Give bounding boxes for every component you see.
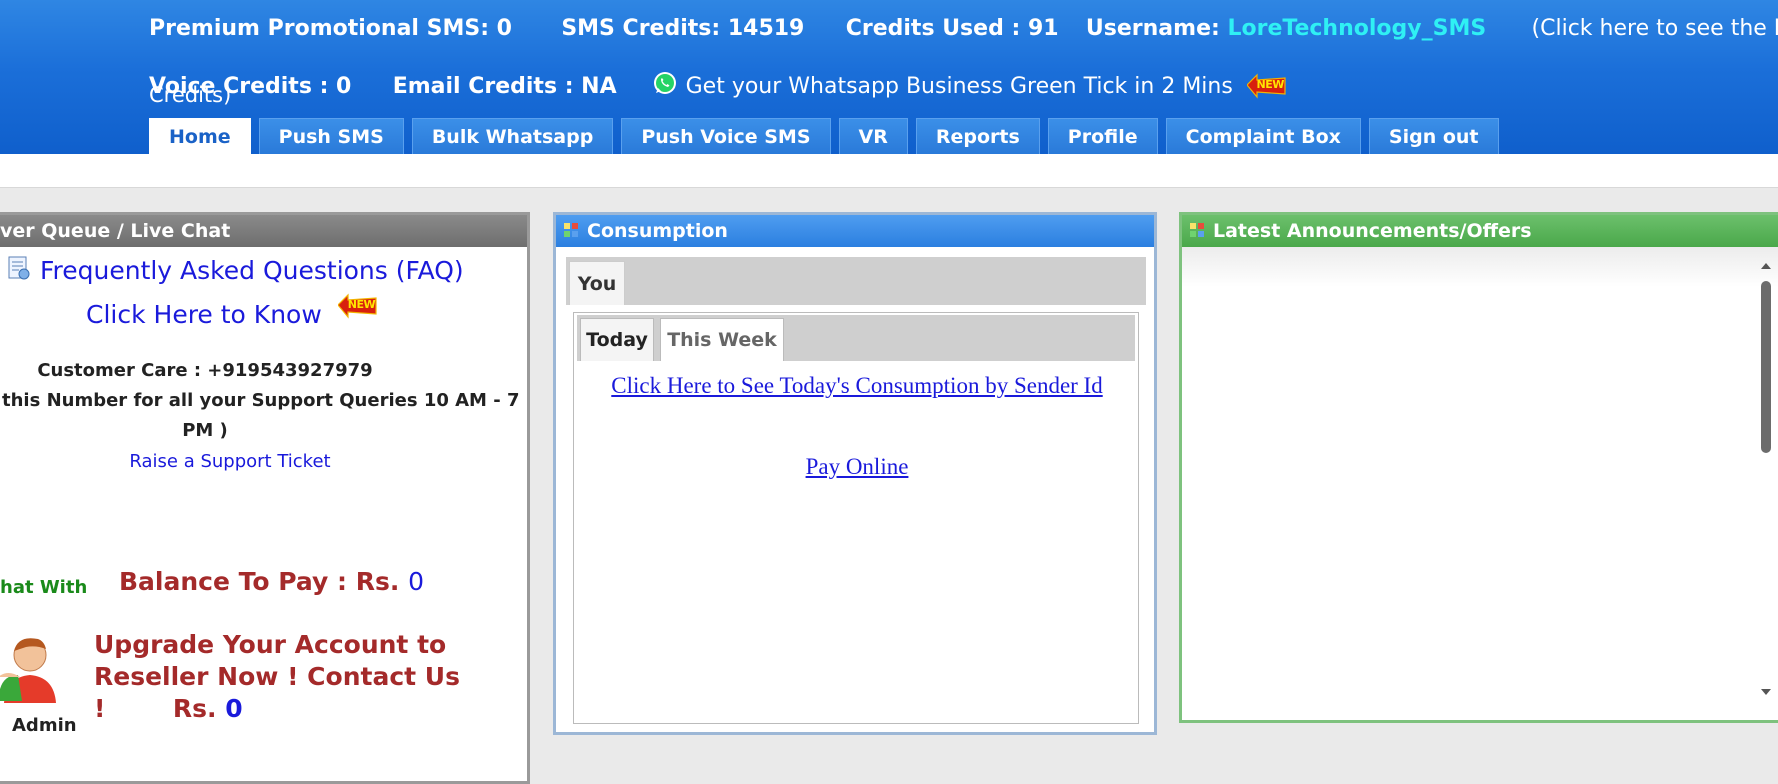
whatsapp-icon <box>653 72 676 94</box>
tab-sign-out[interactable]: Sign out <box>1368 118 1499 154</box>
latest-credits-link-tail[interactable]: Credits) <box>149 83 231 107</box>
inner-tab-bar: Today This Week <box>577 315 1135 361</box>
customer-care-number: Customer Care : +919543927979 <box>37 360 373 381</box>
new-badge-icon: NEW <box>1246 73 1287 101</box>
support-hours-line-1: this Number for all your Support Queries… <box>2 390 520 411</box>
latest-credits-link[interactable]: (Click here to see the Latest <box>1532 16 1778 41</box>
white-strip <box>0 154 1778 188</box>
live-chat-panel-title: ver Queue / Live Chat <box>0 215 527 247</box>
chat-with-label: hat With <box>0 577 88 598</box>
tab-push-voice-sms[interactable]: Push Voice SMS <box>621 118 831 154</box>
consumption-panel: Consumption You Today This Week Click He… <box>553 212 1157 735</box>
support-hours-line-2: PM ) <box>182 420 228 441</box>
upgrade-message: Upgrade Your Account to Reseller Now ! C… <box>94 630 460 723</box>
admin-avatar-icon <box>0 638 56 703</box>
tab-home[interactable]: Home <box>149 118 251 154</box>
click-here-to-know-link[interactable]: Click Here to Know <box>86 300 322 329</box>
balance-to-pay: Balance To Pay : Rs. 0 <box>119 567 424 596</box>
upgrade-value: 0 <box>225 694 243 723</box>
tab-profile[interactable]: Profile <box>1047 118 1158 154</box>
credits-used-count: Credits Used : 91 <box>845 16 1059 41</box>
announcements-panel-header: Latest Announcements/Offers <box>1182 215 1778 247</box>
consumption-content: Today This Week Click Here to See Today'… <box>573 312 1139 724</box>
pay-online-link[interactable]: Pay Online <box>574 454 1140 480</box>
header-stats-line-2: Voice Credits : 0 Email Credits : NA Get… <box>149 70 1287 101</box>
todays-consumption-link[interactable]: Click Here to See Today's Consumption by… <box>574 373 1140 399</box>
faq-doc-icon <box>8 256 30 280</box>
tab-this-week[interactable]: This Week <box>660 318 784 361</box>
email-credits-count: Email Credits : NA <box>392 74 617 99</box>
new-badge-icon: NEW <box>337 293 378 321</box>
faq-link[interactable]: Frequently Asked Questions (FAQ) <box>40 256 464 285</box>
tab-complaint-box[interactable]: Complaint Box <box>1165 118 1361 154</box>
consumption-panel-title: Consumption <box>587 220 728 242</box>
scroll-up-icon[interactable] <box>1759 259 1773 273</box>
outer-tab-bar: You <box>566 257 1146 305</box>
tab-reports[interactable]: Reports <box>915 118 1040 154</box>
username-value: LoreTechnology_SMS <box>1227 16 1487 41</box>
balance-label: Balance To Pay : Rs. <box>119 567 400 596</box>
sms-credits-count: SMS Credits: 14519 <box>561 16 805 41</box>
promo-sms-count: Premium Promotional SMS: 0 <box>149 16 512 41</box>
know-row: Click Here to Know NEW <box>86 293 378 329</box>
header-stats-line-1: Premium Promotional SMS: 0 SMS Credits: … <box>149 16 1778 41</box>
live-chat-panel: ver Queue / Live Chat Frequently Asked Q… <box>0 212 530 784</box>
tab-today[interactable]: Today <box>580 318 654 361</box>
main-nav: Home Push SMS Bulk Whatsapp Push Voice S… <box>149 118 1499 154</box>
consumption-panel-header: Consumption <box>556 215 1154 247</box>
username-label: Username: <box>1085 16 1220 41</box>
raise-support-ticket-link[interactable]: Raise a Support Ticket <box>0 451 460 472</box>
upgrade-reseller-text: Upgrade Your Account to Reseller Now ! C… <box>94 629 474 725</box>
faq-row: Frequently Asked Questions (FAQ) <box>0 255 464 285</box>
admin-label: Admin <box>12 715 77 736</box>
whatsapp-promo-link[interactable]: Get your Whatsapp Business Green Tick in… <box>686 74 1233 99</box>
announcements-panel: Latest Announcements/Offers <box>1179 212 1778 723</box>
tab-bulk-whatsapp[interactable]: Bulk Whatsapp <box>411 118 614 154</box>
tab-you[interactable]: You <box>569 261 625 305</box>
scroll-thumb[interactable] <box>1761 281 1771 453</box>
scroll-down-icon[interactable] <box>1759 685 1773 699</box>
announcements-panel-title: Latest Announcements/Offers <box>1213 220 1532 242</box>
balance-value: 0 <box>408 567 424 596</box>
announcements-content <box>1182 247 1778 720</box>
top-header: Premium Promotional SMS: 0 SMS Credits: … <box>0 0 1778 154</box>
upgrade-rs-label: Rs. <box>172 694 217 723</box>
tab-push-sms[interactable]: Push SMS <box>258 118 404 154</box>
panel-grid-icon <box>1190 223 1206 239</box>
tab-vr[interactable]: VR <box>838 118 908 154</box>
panel-grid-icon <box>564 223 580 239</box>
announcements-scrollbar[interactable] <box>1759 259 1773 699</box>
